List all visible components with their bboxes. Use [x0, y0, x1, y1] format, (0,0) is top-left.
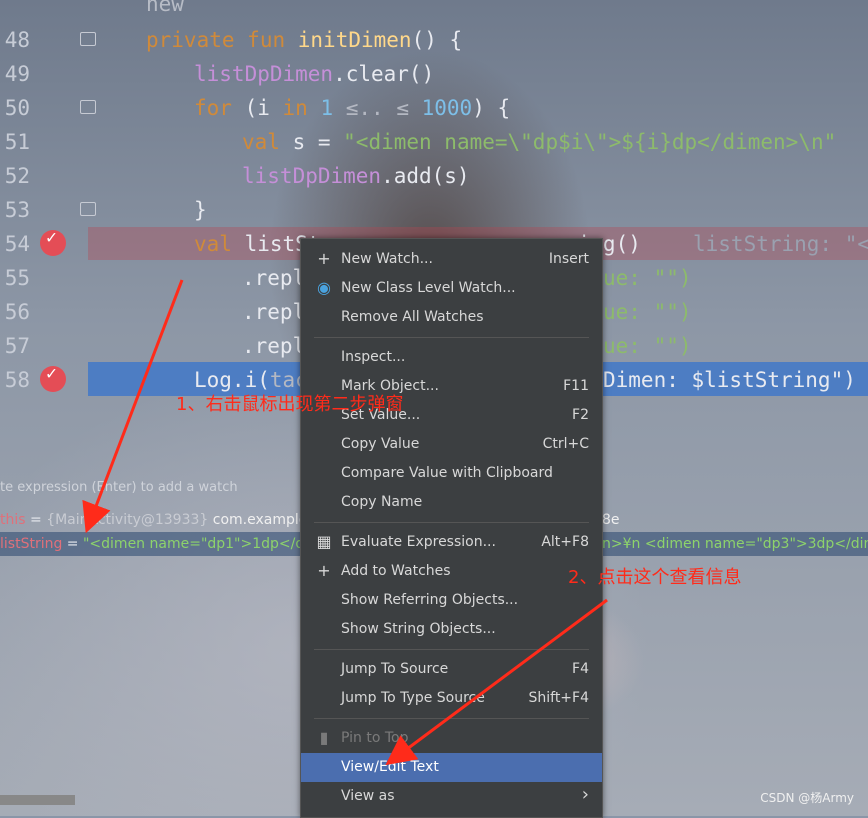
annotation-arrows: [82, 279, 608, 766]
arrow-step1: [82, 279, 184, 534]
annotation-step1: 1、右击鼠标出现第二步弹窗: [176, 394, 404, 415]
arrow-step2: [385, 598, 608, 766]
annotation-step2: 2、点击这个查看信息: [568, 567, 742, 588]
watermark: CSDN @杨Army: [760, 791, 854, 805]
